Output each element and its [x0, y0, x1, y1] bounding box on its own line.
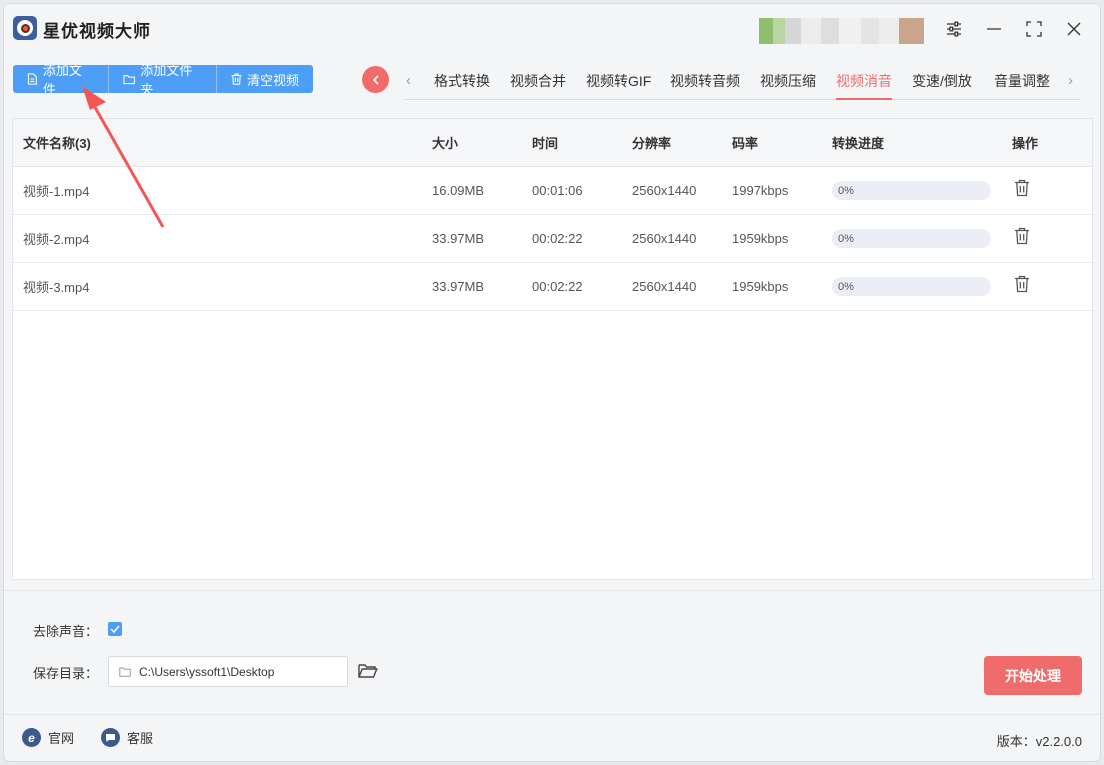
save-dir-field[interactable]: C:\Users\yssoft1\Desktop	[108, 656, 348, 687]
start-processing-button[interactable]: 开始处理	[984, 656, 1082, 695]
tab-video-to-audio[interactable]: 视频转音频	[670, 71, 740, 100]
table-row[interactable]: 视频-1.mp4 16.09MB 00:01:06 2560x1440 1997…	[13, 167, 1092, 215]
header-bitrate: 码率	[732, 136, 759, 151]
progress-cell: 0%	[832, 167, 991, 214]
add-file-label: 添加文件	[42, 63, 82, 97]
tab-volume-adjust[interactable]: 音量调整	[994, 71, 1050, 100]
progress-bar: 0%	[832, 181, 991, 200]
settings-sliders-icon[interactable]	[943, 18, 965, 40]
chat-bubble-icon	[101, 728, 120, 747]
clear-videos-button[interactable]: 清空视频	[217, 65, 313, 93]
file-duration: 00:02:22	[532, 279, 583, 294]
file-size: 16.09MB	[432, 183, 485, 198]
header-name: 文件名称(3)	[23, 136, 91, 151]
add-folder-label: 添加文件夹	[140, 63, 193, 97]
progress-cell: 0%	[832, 215, 991, 262]
add-file-button[interactable]: 添加文件	[13, 63, 109, 97]
remove-audio-label: 去除声音：	[33, 624, 99, 639]
table-header: 文件名称(3) 大小 时间 分辨率 码率 转换进度 操作	[13, 119, 1092, 167]
action-cell	[1012, 263, 1032, 310]
file-resolution: 2560x1440	[632, 231, 697, 246]
title-bar: 星优视频大师	[4, 4, 1100, 54]
trash-icon	[231, 73, 242, 85]
table-row[interactable]: 视频-3.mp4 33.97MB 00:02:22 2560x1440 1959…	[13, 263, 1092, 311]
file-size: 33.97MB	[432, 279, 485, 294]
file-duration: 00:02:22	[532, 231, 583, 246]
folder-icon	[123, 74, 135, 84]
close-icon[interactable]	[1063, 18, 1085, 40]
clear-videos-label: 清空视频	[247, 72, 300, 88]
file-name: 视频-2.mp4	[23, 232, 90, 247]
header-resolution: 分辨率	[632, 136, 672, 151]
support-label: 客服	[127, 731, 154, 746]
progress-text: 0%	[838, 280, 854, 293]
file-duration: 00:01:06	[532, 183, 583, 198]
check-icon	[110, 625, 120, 633]
tab-scroll-left-icon[interactable]: ‹	[406, 72, 411, 89]
app-title: 星优视频大师	[43, 22, 151, 41]
tab-scroll-right-icon[interactable]: ›	[1068, 72, 1073, 89]
file-name: 视频-1.mp4	[23, 184, 90, 199]
progress-bar: 0%	[832, 277, 991, 296]
chevron-left-icon	[372, 74, 379, 85]
app-logo-icon	[13, 16, 37, 40]
delete-trash-icon[interactable]	[1012, 274, 1032, 294]
file-bitrate: 1997kbps	[732, 183, 789, 198]
header-action: 操作	[1012, 136, 1039, 151]
file-resolution: 2560x1440	[632, 183, 697, 198]
tab-format-convert[interactable]: 格式转换	[434, 71, 490, 100]
version-text: 版本：v2.2.0.0	[996, 734, 1082, 749]
tab-video-compress[interactable]: 视频压缩	[760, 71, 816, 100]
add-folder-button[interactable]: 添加文件夹	[109, 63, 217, 97]
browse-folder-icon[interactable]	[356, 661, 380, 681]
file-name: 视频-3.mp4	[23, 280, 90, 295]
tab-video-mute[interactable]: 视频消音	[836, 71, 892, 100]
progress-text: 0%	[838, 232, 854, 245]
folder-outline-icon	[119, 667, 131, 677]
tab-video-merge[interactable]: 视频合并	[510, 71, 566, 100]
file-toolbar: 添加文件 添加文件夹 清空视频	[13, 63, 313, 97]
maximize-icon[interactable]	[1023, 18, 1045, 40]
divider	[4, 590, 1100, 591]
progress-cell: 0%	[832, 263, 991, 310]
minimize-icon[interactable]	[983, 18, 1005, 40]
website-label: 官网	[48, 731, 75, 746]
user-avatar[interactable]	[759, 18, 924, 44]
footer-divider	[4, 714, 1100, 715]
file-table: 文件名称(3) 大小 时间 分辨率 码率 转换进度 操作 视频-1.mp4 16…	[12, 118, 1093, 580]
delete-trash-icon[interactable]	[1012, 226, 1032, 246]
file-resolution: 2560x1440	[632, 279, 697, 294]
progress-text: 0%	[838, 184, 854, 197]
tab-video-to-gif[interactable]: 视频转GIF	[586, 71, 651, 100]
tab-speed-reverse[interactable]: 变速/倒放	[912, 71, 972, 100]
app-window: 星优视频大师 添加文件 添加文件夹 清空视频 ‹ 格式转换 视频合并 视频转GI…	[3, 3, 1101, 762]
support-link[interactable]: 客服	[101, 728, 153, 747]
header-progress: 转换进度	[832, 136, 885, 151]
header-size: 大小	[432, 136, 459, 151]
browser-e-icon: e	[22, 728, 41, 747]
website-link[interactable]: e 官网	[22, 728, 74, 747]
delete-trash-icon[interactable]	[1012, 178, 1032, 198]
file-bitrate: 1959kbps	[732, 231, 789, 246]
action-cell	[1012, 215, 1032, 262]
feature-tabs: ‹ 格式转换 视频合并 视频转GIF 视频转音频 视频压缩 视频消音 变速/倒放…	[404, 64, 1080, 100]
save-dir-value: C:\Users\yssoft1\Desktop	[139, 664, 275, 679]
table-row[interactable]: 视频-2.mp4 33.97MB 00:02:22 2560x1440 1959…	[13, 215, 1092, 263]
header-time: 时间	[532, 136, 559, 151]
file-bitrate: 1959kbps	[732, 279, 789, 294]
remove-audio-checkbox[interactable]	[108, 622, 122, 636]
file-size: 33.97MB	[432, 231, 485, 246]
collapse-back-button[interactable]	[362, 66, 389, 93]
file-icon	[27, 73, 37, 85]
action-cell	[1012, 167, 1032, 214]
progress-bar: 0%	[832, 229, 991, 248]
save-dir-label: 保存目录：	[33, 666, 99, 681]
